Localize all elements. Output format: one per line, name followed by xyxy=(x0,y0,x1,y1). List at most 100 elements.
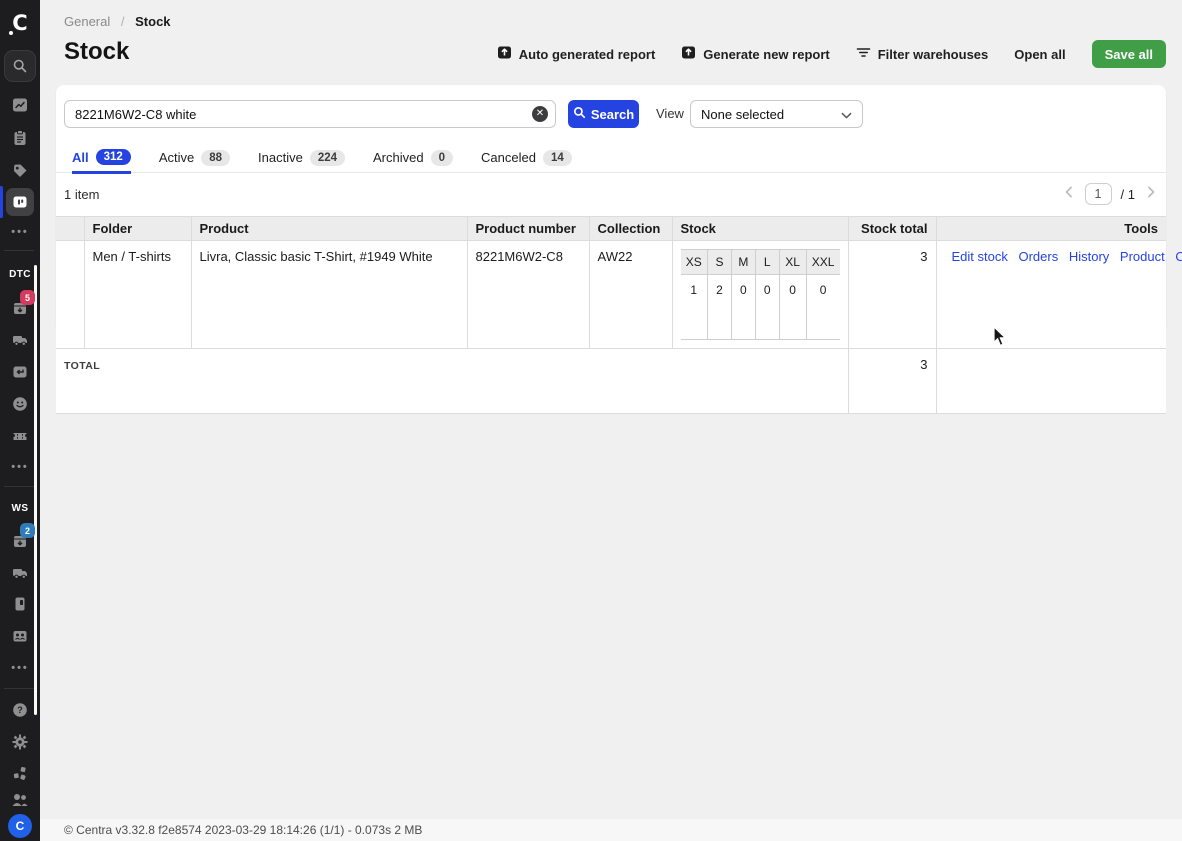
stock-cell: XS S M L XL XXL 1 2 0 0 0 xyxy=(672,241,848,349)
tab-canceled[interactable]: Canceled 14 xyxy=(481,143,572,173)
sidebar-more-general[interactable]: ••• xyxy=(0,226,40,238)
size-label: L xyxy=(755,250,779,275)
users-icon xyxy=(11,794,29,806)
open-all-label: Open all xyxy=(1014,47,1065,62)
total-tools-cell xyxy=(936,349,1166,414)
product-number-cell: 8221M6W2-C8 xyxy=(467,241,589,349)
sidebar-item-analytics[interactable] xyxy=(0,96,40,114)
size-label: XL xyxy=(779,250,806,275)
column-stock: Stock xyxy=(672,217,848,241)
sidebar-item-users[interactable] xyxy=(0,794,40,806)
quantity-value[interactable]: 2 xyxy=(708,275,732,340)
pagination: / 1 xyxy=(1062,183,1158,205)
ws-notification-badge: 2 xyxy=(20,523,35,538)
total-row: TOTAL 3 xyxy=(56,349,1166,414)
sidebar-item-products[interactable] xyxy=(0,162,40,180)
dtc-notification-badge: 5 xyxy=(20,290,35,305)
save-all-button[interactable]: Save all xyxy=(1092,40,1166,68)
item-count: 1 item xyxy=(64,187,99,202)
open-all-button[interactable]: Open all xyxy=(1014,47,1065,62)
accounts-people-icon xyxy=(11,627,29,645)
page-total: / 1 xyxy=(1121,187,1135,202)
column-product-number: Product number xyxy=(467,217,589,241)
search-icon xyxy=(12,58,28,74)
clear-search-icon[interactable]: ✕ xyxy=(532,106,548,122)
history-link[interactable]: History xyxy=(1069,249,1109,264)
stock-total-cell: 3 xyxy=(848,241,936,349)
user-avatar[interactable]: C xyxy=(8,814,32,838)
tab-all[interactable]: All 312 xyxy=(72,144,131,174)
tools-cell: Edit stock Orders History Product Open xyxy=(936,241,1166,349)
chevron-down-icon xyxy=(841,107,852,122)
footer-version-text: © Centra v3.32.8 f2e8574 2023-03-29 18:1… xyxy=(64,823,422,837)
truck-icon xyxy=(11,331,29,349)
quantity-value[interactable]: 0 xyxy=(779,275,806,340)
filter-warehouses-label: Filter warehouses xyxy=(878,47,989,62)
return-arrow-icon xyxy=(11,363,29,381)
tab-archived[interactable]: Archived 0 xyxy=(373,143,453,173)
ellipsis-icon: ••• xyxy=(11,461,29,473)
tab-active[interactable]: Active 88 xyxy=(159,143,230,173)
chevron-left-icon[interactable] xyxy=(1062,185,1076,204)
table-header-row: Folder Product Product number Collection… xyxy=(56,217,1166,241)
sidebar-scrollbar[interactable] xyxy=(34,265,37,715)
column-tools: Tools xyxy=(936,217,1166,241)
total-label: TOTAL xyxy=(64,360,100,372)
edit-stock-link[interactable]: Edit stock xyxy=(952,249,1008,264)
stock-icon xyxy=(11,193,29,211)
tab-count-badge: 88 xyxy=(201,150,230,166)
ticket-icon xyxy=(11,427,29,445)
sidebar-item-settings[interactable] xyxy=(0,733,40,751)
tab-label: All xyxy=(72,150,89,165)
generate-new-report-label: Generate new report xyxy=(703,47,829,62)
analytics-icon xyxy=(11,96,29,114)
quantity-value[interactable]: 0 xyxy=(731,275,755,340)
chevron-right-icon[interactable] xyxy=(1144,185,1158,204)
help-question-icon: ? xyxy=(11,701,29,719)
product-link[interactable]: Product xyxy=(1120,249,1165,264)
collection-cell: AW22 xyxy=(589,241,672,349)
tab-count-badge: 14 xyxy=(543,150,572,166)
search-button[interactable]: Search xyxy=(568,100,639,128)
sidebar-item-orders[interactable] xyxy=(0,129,40,147)
quantity-value[interactable]: 0 xyxy=(755,275,779,340)
centra-logo-icon[interactable]: C xyxy=(0,8,40,38)
quantity-value[interactable]: 1 xyxy=(681,275,708,340)
svg-text:?: ? xyxy=(17,705,23,715)
status-cell xyxy=(56,241,84,349)
settings-gear-icon xyxy=(11,733,29,751)
status-tabs: All 312 Active 88 Inactive 224 Archived … xyxy=(56,143,1166,173)
sidebar-search-button[interactable] xyxy=(4,50,36,82)
sidebar-item-integrations[interactable] xyxy=(0,765,40,783)
filter-warehouses-button[interactable]: Filter warehouses xyxy=(856,45,989,63)
sidebar-divider xyxy=(4,486,34,487)
footer: © Centra v3.32.8 f2e8574 2023-03-29 18:1… xyxy=(40,819,1182,841)
quantity-value[interactable]: 0 xyxy=(806,275,839,340)
breadcrumb-separator: / xyxy=(121,14,125,29)
smiley-icon xyxy=(11,395,29,413)
auto-generated-report-button[interactable]: Auto generated report xyxy=(497,45,656,63)
report-export-icon xyxy=(681,45,696,63)
sidebar-divider xyxy=(4,250,34,251)
breadcrumb-current: Stock xyxy=(135,14,170,29)
sidebar-item-stock[interactable] xyxy=(6,188,34,216)
size-label: S xyxy=(708,250,732,275)
search-input[interactable] xyxy=(64,100,556,128)
column-product: Product xyxy=(191,217,467,241)
size-quantity-grid: XS S M L XL XXL 1 2 0 0 0 xyxy=(681,249,840,340)
generate-new-report-button[interactable]: Generate new report xyxy=(681,45,829,63)
header-actions: Auto generated report Generate new repor… xyxy=(497,40,1166,68)
orders-link[interactable]: Orders xyxy=(1018,249,1058,264)
tab-count-badge: 224 xyxy=(310,150,345,166)
view-select[interactable]: None selected xyxy=(690,100,863,128)
integrations-cubes-icon xyxy=(11,765,29,783)
page-number-input[interactable] xyxy=(1085,183,1112,205)
breadcrumb-section[interactable]: General xyxy=(64,14,110,29)
clipboard-icon xyxy=(11,129,29,147)
tab-inactive[interactable]: Inactive 224 xyxy=(258,143,345,173)
table-toolbar: 1 item / 1 xyxy=(64,180,1158,208)
open-link[interactable]: Open xyxy=(1175,249,1182,264)
tab-label: Canceled xyxy=(481,150,536,165)
dtc-label: DTC xyxy=(9,269,31,280)
column-stock-total: Stock total xyxy=(848,217,936,241)
